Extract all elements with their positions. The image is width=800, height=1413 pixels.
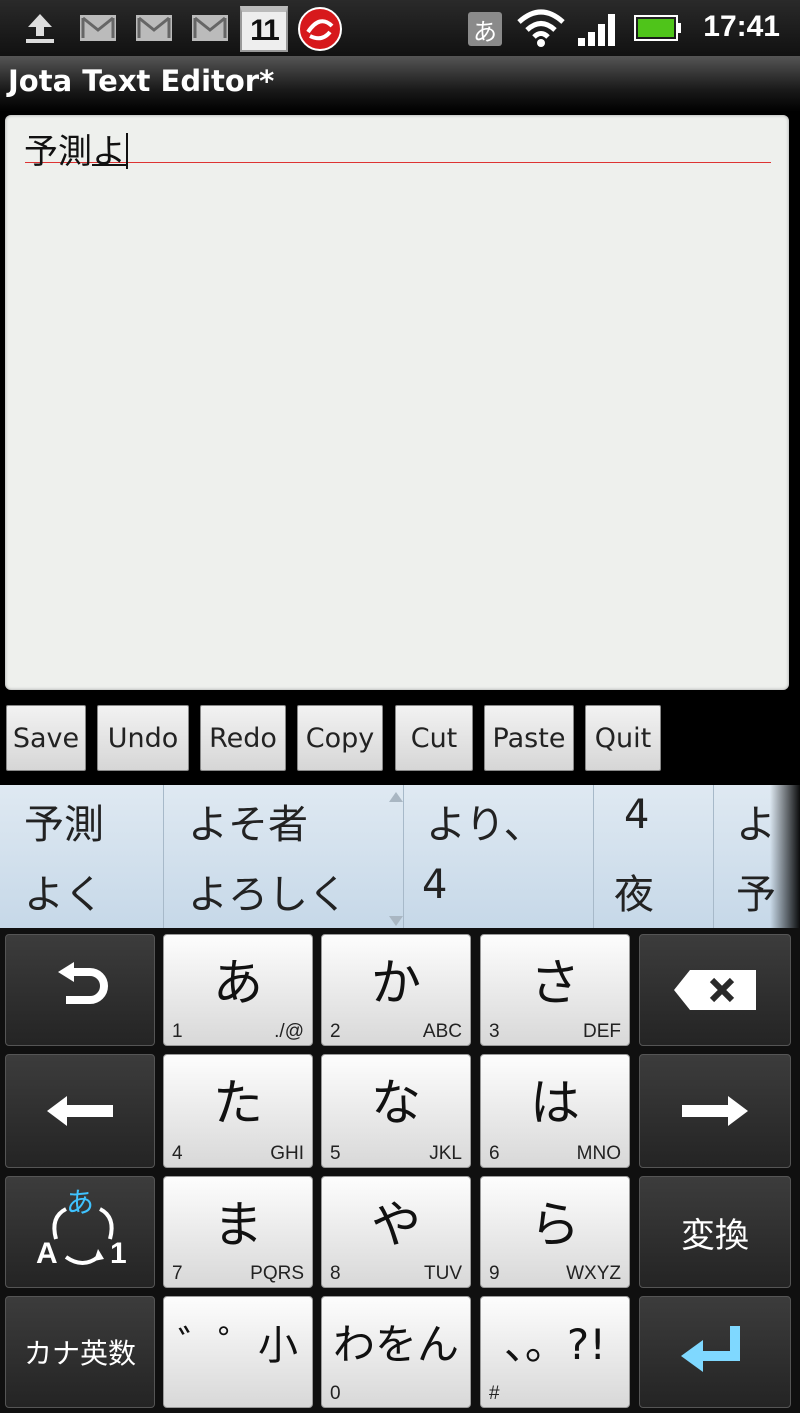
mode-number-label: 1 <box>110 1237 127 1270</box>
wifi-icon <box>516 8 566 48</box>
arrow-left-icon <box>6 1055 154 1167</box>
composing-text: よ <box>92 132 126 172</box>
convert-key[interactable]: 変換 <box>639 1176 791 1288</box>
save-button[interactable]: Save <box>6 705 86 771</box>
kana-key-ka[interactable]: か 2 ABC <box>321 934 471 1046</box>
scroll-up-icon[interactable] <box>388 788 404 802</box>
text-cursor <box>126 133 128 169</box>
undo-icon <box>6 935 154 1045</box>
candidate-divider <box>163 785 164 928</box>
backspace-icon <box>640 935 790 1045</box>
clock: 17:41 <box>703 10 780 43</box>
candidate-divider <box>593 785 594 928</box>
signal-icon <box>576 10 620 48</box>
cut-button[interactable]: Cut <box>395 705 473 771</box>
dakuten-small-key[interactable]: ゛゜小 <box>163 1296 313 1408</box>
candidate-item[interactable]: 4 <box>624 792 649 838</box>
quit-button[interactable]: Quit <box>585 705 661 771</box>
candidate-item[interactable]: 4 <box>422 862 447 908</box>
gmail-icon <box>134 12 174 44</box>
arrow-right-icon <box>640 1055 790 1167</box>
redo-button[interactable]: Redo <box>200 705 286 771</box>
cursor-right-key[interactable] <box>639 1054 791 1168</box>
enter-icon <box>640 1297 790 1407</box>
undo-button[interactable]: Undo <box>97 705 189 771</box>
kana-key-ra[interactable]: ら 9 WXYZ <box>480 1176 630 1288</box>
backspace-key[interactable] <box>639 934 791 1046</box>
ime-icon: あ <box>468 12 502 46</box>
gmail-icon <box>190 12 230 44</box>
enter-key[interactable] <box>639 1296 791 1408</box>
kana-key-ta[interactable]: た 4 GHI <box>163 1054 313 1168</box>
kana-eisu-key[interactable]: カナ英数 <box>5 1296 155 1408</box>
undo-key[interactable] <box>5 934 155 1046</box>
kana-key-wa[interactable]: わをん 0 <box>321 1296 471 1408</box>
scroll-down-icon[interactable] <box>388 912 404 926</box>
security-icon <box>296 6 344 52</box>
mode-alpha-label: A <box>36 1237 58 1270</box>
candidate-divider <box>403 785 404 928</box>
cursor-left-key[interactable] <box>5 1054 155 1168</box>
paste-button[interactable]: Paste <box>484 705 574 771</box>
status-bar: 11 あ 17:41 <box>0 0 800 56</box>
candidate-divider <box>713 785 714 928</box>
battery-icon <box>634 14 682 42</box>
copy-button[interactable]: Copy <box>297 705 383 771</box>
kana-key-ma[interactable]: ま 7 PQRS <box>163 1176 313 1288</box>
input-mode-key[interactable]: あ A 1 <box>5 1176 155 1288</box>
candidate-bar <box>0 785 800 928</box>
candidate-item[interactable]: よろしく <box>188 862 348 920</box>
editor-text[interactable]: 予測よ <box>24 124 128 173</box>
punctuation-key[interactable]: 、。?! # <box>480 1296 630 1408</box>
upload-icon <box>20 12 60 44</box>
kana-key-a[interactable]: あ 1 ./@ <box>163 934 313 1046</box>
editor-line-rule <box>25 162 771 163</box>
candidate-item[interactable]: よそ者 <box>188 792 308 850</box>
kana-key-ya[interactable]: や 8 TUV <box>321 1176 471 1288</box>
candidate-item[interactable]: よく <box>24 862 104 920</box>
kana-key-ha[interactable]: は 6 MNO <box>480 1054 630 1168</box>
candidate-item[interactable]: 夜 <box>614 862 654 920</box>
gmail-icon <box>78 12 118 44</box>
candidate-fade <box>770 785 800 928</box>
app-title: Jota Text Editor* <box>8 64 275 98</box>
candidate-item[interactable]: 予測 <box>24 792 104 850</box>
kana-key-na[interactable]: な 5 JKL <box>321 1054 471 1168</box>
candidate-item[interactable]: より、 <box>426 792 544 850</box>
calendar-icon: 11 <box>240 6 288 52</box>
committed-text: 予測 <box>24 132 92 172</box>
text-editor-area[interactable] <box>5 115 789 690</box>
kana-key-sa[interactable]: さ 3 DEF <box>480 934 630 1046</box>
